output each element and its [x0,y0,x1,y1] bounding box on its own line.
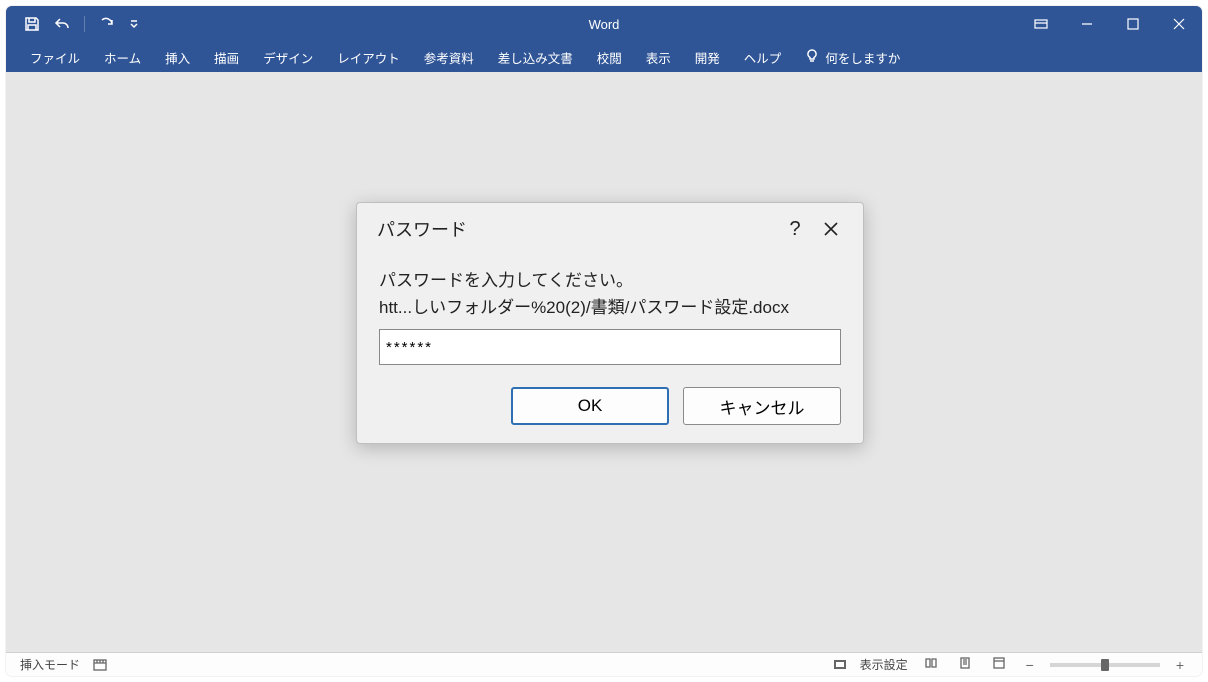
close-button[interactable] [1156,6,1202,42]
redo-icon[interactable] [99,16,115,32]
tab-layout[interactable]: レイアウト [325,42,412,72]
zoom-in-button[interactable]: + [1172,657,1188,673]
tab-developer[interactable]: 開発 [683,42,732,72]
ok-button[interactable]: OK [511,387,669,425]
insert-mode-label[interactable]: 挿入モード [20,656,80,673]
macro-recording-icon[interactable] [92,657,108,673]
tab-file[interactable]: ファイル [18,42,92,72]
tab-draw[interactable]: 描画 [202,42,251,72]
minimize-button[interactable] [1064,6,1110,42]
dialog-title: パスワード [377,216,467,242]
maximize-button[interactable] [1110,6,1156,42]
help-icon[interactable]: ? [777,215,813,243]
display-settings-label[interactable]: 表示設定 [860,656,908,673]
tab-review[interactable]: 校閲 [585,42,634,72]
password-dialog: パスワード ? パスワードを入力してください。 htt...しいフォルダー%20… [356,202,864,444]
display-settings-icon[interactable] [832,657,848,673]
tab-insert[interactable]: 挿入 [153,42,202,72]
window-controls [1018,6,1202,42]
quick-access-toolbar [6,16,139,32]
tab-mailings[interactable]: 差し込み文書 [486,42,585,72]
dialog-titlebar: パスワード ? [357,203,863,249]
tell-me-label: 何をしますか [825,48,900,67]
app-window: Word ファイル ホーム 挿入 描画 デザイン レイアウト 参考資料 差し込み… [6,6,1202,676]
web-layout-icon[interactable] [988,656,1010,673]
dialog-filepath: htt...しいフォルダー%20(2)/書類/パスワード設定.docx [379,294,841,321]
document-area: パスワード ? パスワードを入力してください。 htt...しいフォルダー%20… [6,72,1202,652]
titlebar: Word [6,6,1202,42]
tab-view[interactable]: 表示 [634,42,683,72]
save-icon[interactable] [24,16,40,32]
ribbon-tabs: ファイル ホーム 挿入 描画 デザイン レイアウト 参考資料 差し込み文書 校閲… [6,42,1202,72]
dialog-prompt: パスワードを入力してください。 [379,267,841,294]
lightbulb-icon [805,49,819,66]
tab-help[interactable]: ヘルプ [732,42,794,72]
tab-design[interactable]: デザイン [251,42,325,72]
dialog-buttons: OK キャンセル [357,365,863,425]
ribbon-display-options-icon[interactable] [1018,6,1064,42]
password-input[interactable] [379,329,841,365]
zoom-slider[interactable] [1050,663,1160,667]
tab-home[interactable]: ホーム [92,42,153,72]
tab-references[interactable]: 参考資料 [412,42,486,72]
qat-separator [84,16,85,32]
zoom-out-button[interactable]: − [1022,657,1038,673]
status-bar: 挿入モード 表示設定 − + [6,652,1202,676]
cancel-button[interactable]: キャンセル [683,387,841,425]
qat-customize-icon[interactable] [129,16,139,32]
undo-icon[interactable] [54,16,70,32]
close-icon[interactable] [813,215,849,243]
dialog-body: パスワードを入力してください。 htt...しいフォルダー%20(2)/書類/パ… [357,249,863,365]
tell-me[interactable]: 何をしますか [793,48,912,67]
read-mode-icon[interactable] [920,656,942,673]
print-layout-icon[interactable] [954,656,976,673]
